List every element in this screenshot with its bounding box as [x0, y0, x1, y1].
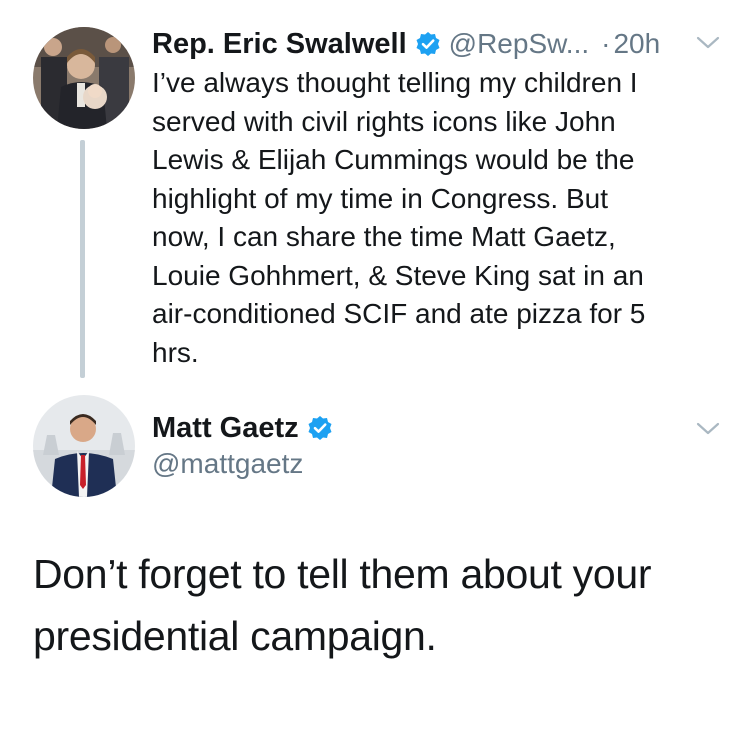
original-tweet-text: I’ve always thought telling my children … — [152, 67, 646, 368]
original-author-handle[interactable]: @RepSw... — [449, 28, 589, 60]
avatar-photo — [33, 27, 135, 129]
verified-badge-icon — [307, 415, 333, 441]
chevron-down-icon[interactable] — [695, 420, 721, 438]
tweet-timestamp[interactable]: 20h — [613, 28, 660, 60]
verified-badge-icon — [415, 31, 441, 57]
original-tweet-header: Rep. Eric Swalwell @RepSw... · 20h — [152, 24, 737, 64]
avatar-matt-gaetz[interactable] — [33, 395, 135, 497]
reply-tweet-header: Matt Gaetz — [152, 408, 333, 448]
avatar-photo — [33, 395, 135, 497]
separator-dot: · — [601, 28, 611, 59]
thread-connector-line — [80, 140, 85, 378]
reply-author-name[interactable]: Matt Gaetz — [152, 412, 299, 445]
reply-tweet-text: Don’t forget to tell them about your pre… — [33, 551, 652, 659]
original-author-name[interactable]: Rep. Eric Swalwell — [152, 28, 407, 61]
avatar-eric-swalwell[interactable] — [33, 27, 135, 129]
reply-author-handle[interactable]: @mattgaetz — [152, 448, 303, 480]
chevron-down-icon[interactable] — [695, 34, 721, 52]
